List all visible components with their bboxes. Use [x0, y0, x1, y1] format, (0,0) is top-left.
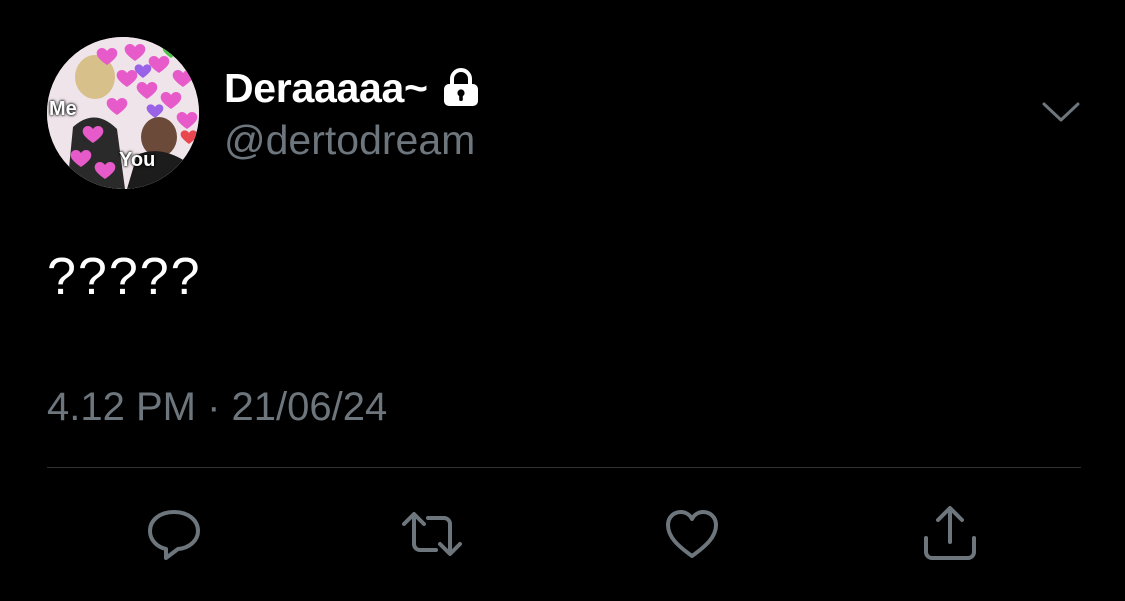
reply-button[interactable] — [142, 502, 206, 566]
author-handle[interactable]: @dertodream — [224, 114, 475, 166]
reply-icon — [148, 510, 200, 560]
retweet-icon — [402, 512, 462, 556]
divider — [47, 467, 1081, 468]
author-name-row[interactable]: Deraaaaa~ — [224, 62, 482, 114]
like-button[interactable] — [660, 502, 724, 566]
heart-icon — [666, 510, 718, 558]
retweet-button[interactable] — [400, 502, 464, 566]
lock-icon — [440, 68, 482, 108]
chevron-down-icon[interactable] — [1040, 96, 1082, 128]
avatar[interactable]: Me You — [47, 37, 199, 189]
share-icon — [924, 506, 976, 560]
tweet-detail: Me You Deraaaaa~ @dertodream ????? 4.12 … — [0, 0, 1125, 601]
avatar-caption-me: Me — [49, 98, 77, 120]
tweet-timestamp[interactable]: 4.12 PM · 21/06/24 — [47, 381, 387, 433]
tweet-text: ????? — [47, 248, 202, 306]
display-name[interactable]: Deraaaaa~ — [224, 62, 428, 114]
avatar-caption-you: You — [119, 149, 156, 171]
share-button[interactable] — [918, 502, 982, 566]
